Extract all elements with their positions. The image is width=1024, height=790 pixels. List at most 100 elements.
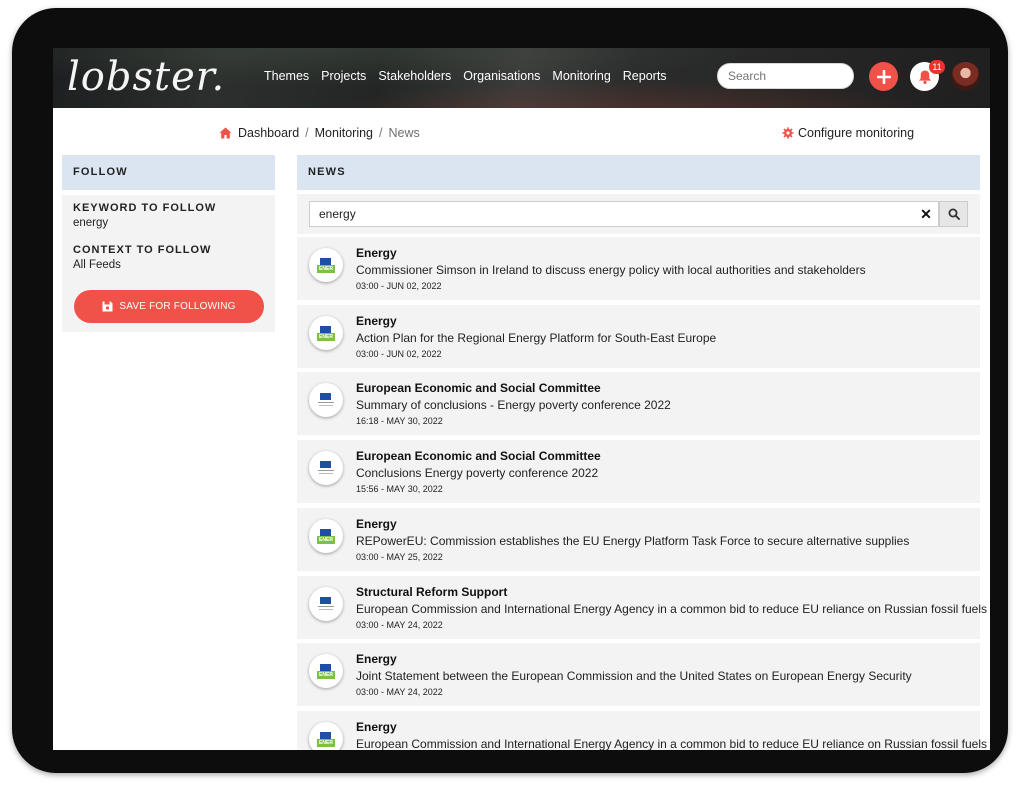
news-item-source: Energy	[356, 517, 397, 531]
ener-source-logo: ENER	[309, 316, 343, 350]
news-item-source: Energy	[356, 720, 397, 734]
news-item-source: Structural Reform Support	[356, 585, 508, 599]
ener-label: ENER	[317, 536, 335, 544]
top-navigation-bar: lobster. Themes Projects Stakeholders Or…	[53, 48, 990, 108]
eu-flag-icon	[320, 326, 331, 333]
save-for-following-label: SAVE FOR FOLLOWING	[119, 301, 236, 312]
ener-label: ENER	[317, 333, 335, 341]
gear-icon	[782, 127, 794, 139]
eu-flag-icon	[320, 393, 331, 400]
news-item[interactable]: European Economic and Social Committee Co…	[297, 440, 980, 503]
breadcrumb-separator: /	[379, 126, 383, 140]
nav-stakeholders[interactable]: Stakeholders	[378, 69, 451, 83]
breadcrumb-dashboard[interactable]: Dashboard	[238, 126, 299, 140]
context-value: All Feeds	[73, 259, 121, 271]
news-item-date: 15:56 - MAY 30, 2022	[356, 484, 443, 494]
news-item-title[interactable]: European Commission and International En…	[356, 602, 987, 616]
breadcrumb-monitoring[interactable]: Monitoring	[315, 126, 373, 140]
eu-flag-icon	[320, 597, 331, 604]
news-item-source: European Economic and Social Committee	[356, 449, 601, 463]
nav-organisations[interactable]: Organisations	[463, 69, 540, 83]
news-item-title[interactable]: European Commission and International En…	[356, 737, 987, 750]
home-icon	[219, 127, 232, 139]
follow-panel-heading: FOLLOW	[62, 155, 275, 190]
main-nav: Themes Projects Stakeholders Organisatio…	[264, 69, 667, 83]
keyword-label: KEYWORD TO FOLLOW	[73, 202, 217, 214]
notification-count-badge: 11	[929, 60, 945, 74]
news-item-source: European Economic and Social Committee	[356, 381, 601, 395]
news-item-date: 16:18 - MAY 30, 2022	[356, 416, 443, 426]
news-item-date: 03:00 - MAY 24, 2022	[356, 620, 443, 630]
nav-themes[interactable]: Themes	[264, 69, 309, 83]
add-button[interactable]	[869, 62, 898, 91]
keyword-value: energy	[73, 217, 109, 229]
news-item[interactable]: ENER Energy Action Plan for the Regional E…	[297, 305, 980, 368]
configure-monitoring-link[interactable]: Configure monitoring	[782, 126, 914, 140]
european-commission-logo	[309, 587, 343, 621]
tablet-frame: lobster. Themes Projects Stakeholders Or…	[12, 8, 1008, 773]
app-screen: lobster. Themes Projects Stakeholders Or…	[53, 48, 990, 750]
news-item[interactable]: ENER Energy REPowerEU: Commission establis…	[297, 508, 980, 571]
news-item-title[interactable]: REPowerEU: Commission establishes the EU…	[356, 534, 909, 548]
ener-source-logo: ENER	[309, 248, 343, 282]
eu-flag-icon	[320, 461, 331, 468]
global-search-input[interactable]	[717, 63, 854, 89]
lobster-logo[interactable]: lobster.	[67, 54, 225, 100]
eu-flag-icon	[320, 529, 331, 536]
ener-label: ENER	[317, 265, 335, 273]
ener-source-logo: ENER	[309, 654, 343, 688]
clear-search-button[interactable]: ✕	[913, 201, 939, 227]
follow-panel: KEYWORD TO FOLLOW energy CONTEXT TO FOLL…	[62, 195, 275, 332]
user-avatar[interactable]	[951, 62, 980, 91]
news-item-title[interactable]: Joint Statement between the European Com…	[356, 669, 912, 683]
ener-label: ENER	[317, 739, 335, 747]
news-item[interactable]: ENER Energy Joint Statement between the Eu…	[297, 643, 980, 706]
breadcrumb-separator: /	[305, 126, 309, 140]
news-item-date: 03:00 - JUN 02, 2022	[356, 349, 442, 359]
breadcrumb-current: News	[388, 126, 420, 140]
nav-reports[interactable]: Reports	[623, 69, 667, 83]
european-commission-logo	[309, 383, 343, 417]
context-label: CONTEXT TO FOLLOW	[73, 244, 212, 256]
configure-monitoring-label: Configure monitoring	[798, 126, 915, 140]
news-item[interactable]: European Economic and Social Committee Su…	[297, 372, 980, 435]
logo-text-line	[318, 606, 334, 607]
news-item-date: 03:00 - MAY 25, 2022	[356, 552, 443, 562]
search-button[interactable]	[939, 201, 968, 227]
news-item-source: Energy	[356, 314, 397, 328]
european-commission-logo	[309, 451, 343, 485]
eu-flag-icon	[320, 258, 331, 265]
news-item-title[interactable]: Action Plan for the Regional Energy Plat…	[356, 331, 716, 345]
ener-label: ENER	[317, 671, 335, 679]
nav-projects[interactable]: Projects	[321, 69, 366, 83]
news-item-title[interactable]: Commissioner Simson in Ireland to discus…	[356, 263, 866, 277]
eu-flag-icon	[320, 664, 331, 671]
news-item-title[interactable]: Summary of conclusions - Energy poverty …	[356, 398, 671, 412]
ener-source-logo: ENER	[309, 722, 343, 750]
news-panel-heading: NEWS	[297, 155, 980, 190]
news-item[interactable]: Structural Reform Support European Commis…	[297, 576, 987, 639]
news-item[interactable]: ENER Energy Commissioner Simson in Ireland…	[297, 237, 980, 300]
floppy-disk-icon	[102, 301, 113, 312]
news-search-bar: energy ✕	[297, 194, 980, 234]
logo-text-line	[319, 609, 333, 610]
search-icon	[948, 208, 960, 220]
plus-icon	[876, 69, 891, 84]
breadcrumb: Dashboard / Monitoring / News	[219, 126, 420, 140]
logo-text-line	[318, 470, 334, 471]
news-search-input[interactable]: energy	[309, 201, 939, 227]
news-item-source: Energy	[356, 652, 397, 666]
news-item[interactable]: ENER Energy European Commission and Intern…	[297, 711, 987, 750]
ener-source-logo: ENER	[309, 519, 343, 553]
nav-monitoring[interactable]: Monitoring	[552, 69, 610, 83]
news-item-title[interactable]: Conclusions Energy poverty conference 20…	[356, 466, 598, 480]
logo-text-line	[318, 402, 334, 403]
logo-text-line	[319, 473, 333, 474]
news-item-date: 03:00 - MAY 24, 2022	[356, 687, 443, 697]
eu-flag-icon	[320, 732, 331, 739]
logo-text-line	[319, 405, 333, 406]
close-icon: ✕	[920, 205, 932, 222]
save-for-following-button[interactable]: SAVE FOR FOLLOWING	[74, 290, 264, 323]
news-item-source: Energy	[356, 246, 397, 260]
news-item-date: 03:00 - JUN 02, 2022	[356, 281, 442, 291]
